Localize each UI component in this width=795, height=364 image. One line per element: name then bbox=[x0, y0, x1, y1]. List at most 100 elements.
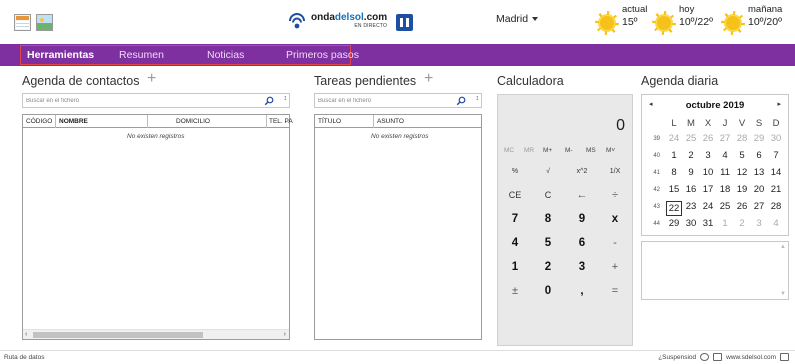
calendar-day[interactable]: 2 bbox=[683, 150, 699, 161]
digit-2-button[interactable]: 2 bbox=[531, 255, 565, 279]
calendar-day[interactable]: 25 bbox=[717, 201, 733, 212]
sign-button[interactable]: ± bbox=[498, 279, 532, 303]
digit-9-button[interactable]: 9 bbox=[565, 207, 599, 231]
sqrt-button[interactable]: √ bbox=[531, 159, 565, 183]
calendar-day[interactable]: 3 bbox=[700, 150, 716, 161]
agenda-notes[interactable]: ▲ ▼ bbox=[641, 241, 789, 300]
calendar-day[interactable]: 13 bbox=[751, 167, 767, 178]
memory-store-button[interactable]: MS bbox=[586, 147, 596, 154]
calendar-day[interactable]: 21 bbox=[768, 184, 784, 195]
calendar-day[interactable]: 30 bbox=[683, 218, 699, 229]
next-month-icon[interactable]: ▸ bbox=[777, 100, 781, 108]
column-header[interactable]: TEL. PA bbox=[269, 118, 293, 125]
tasks-search-input[interactable] bbox=[318, 95, 435, 107]
tab-resumen[interactable]: Resumen bbox=[119, 49, 164, 61]
calendar-day[interactable]: 20 bbox=[751, 184, 767, 195]
calendar-day[interactable]: 22 bbox=[666, 201, 682, 216]
calendar-day[interactable]: 24 bbox=[666, 133, 682, 144]
horizontal-scrollbar[interactable]: ‹ › bbox=[23, 329, 289, 339]
calendar-day[interactable]: 10 bbox=[700, 167, 716, 178]
scroll-left-icon[interactable]: ‹ bbox=[25, 330, 27, 340]
calendar-day[interactable]: 27 bbox=[751, 201, 767, 212]
divide-button[interactable]: ÷ bbox=[598, 183, 632, 207]
memory-subtract-button[interactable]: M- bbox=[565, 147, 573, 154]
memory-add-button[interactable]: M+ bbox=[543, 147, 552, 154]
search-icon[interactable] bbox=[456, 96, 466, 106]
website-link[interactable]: www.sdelsol.com bbox=[726, 354, 776, 361]
backspace-button[interactable]: ← bbox=[565, 183, 599, 207]
minus-button[interactable]: - bbox=[598, 231, 632, 255]
scrollbar-thumb[interactable] bbox=[33, 332, 203, 338]
calendar-day[interactable]: 18 bbox=[717, 184, 733, 195]
pause-button[interactable] bbox=[396, 13, 414, 31]
column-header[interactable]: DOMICILIO bbox=[176, 118, 210, 125]
digit-5-button[interactable]: 5 bbox=[531, 231, 565, 255]
column-header[interactable]: CÓDIGO bbox=[26, 118, 52, 125]
scroll-down-icon[interactable]: ▼ bbox=[780, 291, 786, 297]
calendar-day[interactable]: 11 bbox=[717, 167, 733, 178]
calendar-day[interactable]: 19 bbox=[734, 184, 750, 195]
clear-entry-button[interactable]: CE bbox=[498, 183, 532, 207]
scroll-up-icon[interactable]: ▲ bbox=[780, 244, 786, 250]
calendar-day[interactable]: 14 bbox=[768, 167, 784, 178]
calendar-day[interactable]: 16 bbox=[683, 184, 699, 195]
add-contact-button[interactable]: + bbox=[147, 70, 156, 88]
multiply-button[interactable]: x bbox=[598, 207, 632, 231]
calendar-day[interactable]: 12 bbox=[734, 167, 750, 178]
memory-clear-button[interactable]: MC bbox=[504, 147, 514, 154]
calendar-day[interactable]: 8 bbox=[666, 167, 682, 178]
city-selector[interactable]: Madrid bbox=[496, 13, 539, 25]
tab-herramientas[interactable]: Herramientas bbox=[27, 49, 94, 61]
calendar-day[interactable]: 6 bbox=[751, 150, 767, 161]
data-path-label[interactable]: Ruta de datos bbox=[4, 354, 44, 361]
clear-button[interactable]: C bbox=[531, 183, 565, 207]
digit-3-button[interactable]: 3 bbox=[565, 255, 599, 279]
calendar-day[interactable]: 28 bbox=[768, 201, 784, 212]
sort-icon[interactable]: ↕ bbox=[476, 95, 480, 102]
calendar-day[interactable]: 3 bbox=[751, 218, 767, 229]
digit-1-button[interactable]: 1 bbox=[498, 255, 532, 279]
equals-button[interactable]: = bbox=[598, 279, 632, 303]
digit-8-button[interactable]: 8 bbox=[531, 207, 565, 231]
calendar-day[interactable]: 31 bbox=[700, 218, 716, 229]
calendar-day[interactable]: 17 bbox=[700, 184, 716, 195]
reciprocal-button[interactable]: 1/X bbox=[598, 159, 632, 183]
plus-button[interactable]: + bbox=[598, 255, 632, 279]
memory-list-button[interactable]: M˅ bbox=[606, 147, 615, 154]
tab-noticias[interactable]: Noticias bbox=[207, 49, 244, 61]
add-task-button[interactable]: + bbox=[424, 70, 433, 88]
calendar-day[interactable]: 5 bbox=[734, 150, 750, 161]
digit-4-button[interactable]: 4 bbox=[498, 231, 532, 255]
calendar-day[interactable]: 23 bbox=[683, 201, 699, 212]
calendar-day[interactable]: 28 bbox=[734, 133, 750, 144]
memory-recall-button[interactable]: MR bbox=[524, 147, 534, 154]
calendar-day[interactable]: 9 bbox=[683, 167, 699, 178]
mail-icon[interactable] bbox=[713, 353, 723, 361]
spreadsheet-icon[interactable] bbox=[14, 14, 31, 31]
calendar-day[interactable]: 24 bbox=[700, 201, 716, 212]
tab-primeros-pasos[interactable]: Primeros pasos bbox=[286, 49, 359, 61]
scroll-right-icon[interactable]: › bbox=[284, 330, 286, 340]
window-icon[interactable] bbox=[780, 353, 789, 361]
calendar-day[interactable]: 2 bbox=[734, 218, 750, 229]
calendar-day[interactable]: 29 bbox=[666, 218, 682, 229]
help-icon[interactable] bbox=[700, 353, 710, 361]
sort-icon[interactable]: ↕ bbox=[284, 95, 288, 102]
calendar-day[interactable]: 30 bbox=[768, 133, 784, 144]
square-button[interactable]: x^2 bbox=[565, 159, 599, 183]
digit-7-button[interactable]: 7 bbox=[498, 207, 532, 231]
calendar-day[interactable]: 4 bbox=[768, 218, 784, 229]
calendar-day[interactable]: 26 bbox=[700, 133, 716, 144]
digit-6-button[interactable]: 6 bbox=[565, 231, 599, 255]
column-header[interactable]: ASUNTO bbox=[377, 118, 404, 125]
column-header[interactable]: TÍTULO bbox=[318, 118, 341, 125]
calendar-day[interactable]: 1 bbox=[666, 150, 682, 161]
calendar-day[interactable]: 25 bbox=[683, 133, 699, 144]
brand[interactable]: ondadelsol.com EN DIRECTO bbox=[288, 13, 414, 31]
calendar-day[interactable]: 26 bbox=[734, 201, 750, 212]
calendar-day[interactable]: 1 bbox=[717, 218, 733, 229]
calendar-day[interactable]: 4 bbox=[717, 150, 733, 161]
image-icon[interactable] bbox=[36, 14, 53, 31]
search-icon[interactable] bbox=[264, 96, 274, 106]
calendar-day[interactable]: 27 bbox=[717, 133, 733, 144]
